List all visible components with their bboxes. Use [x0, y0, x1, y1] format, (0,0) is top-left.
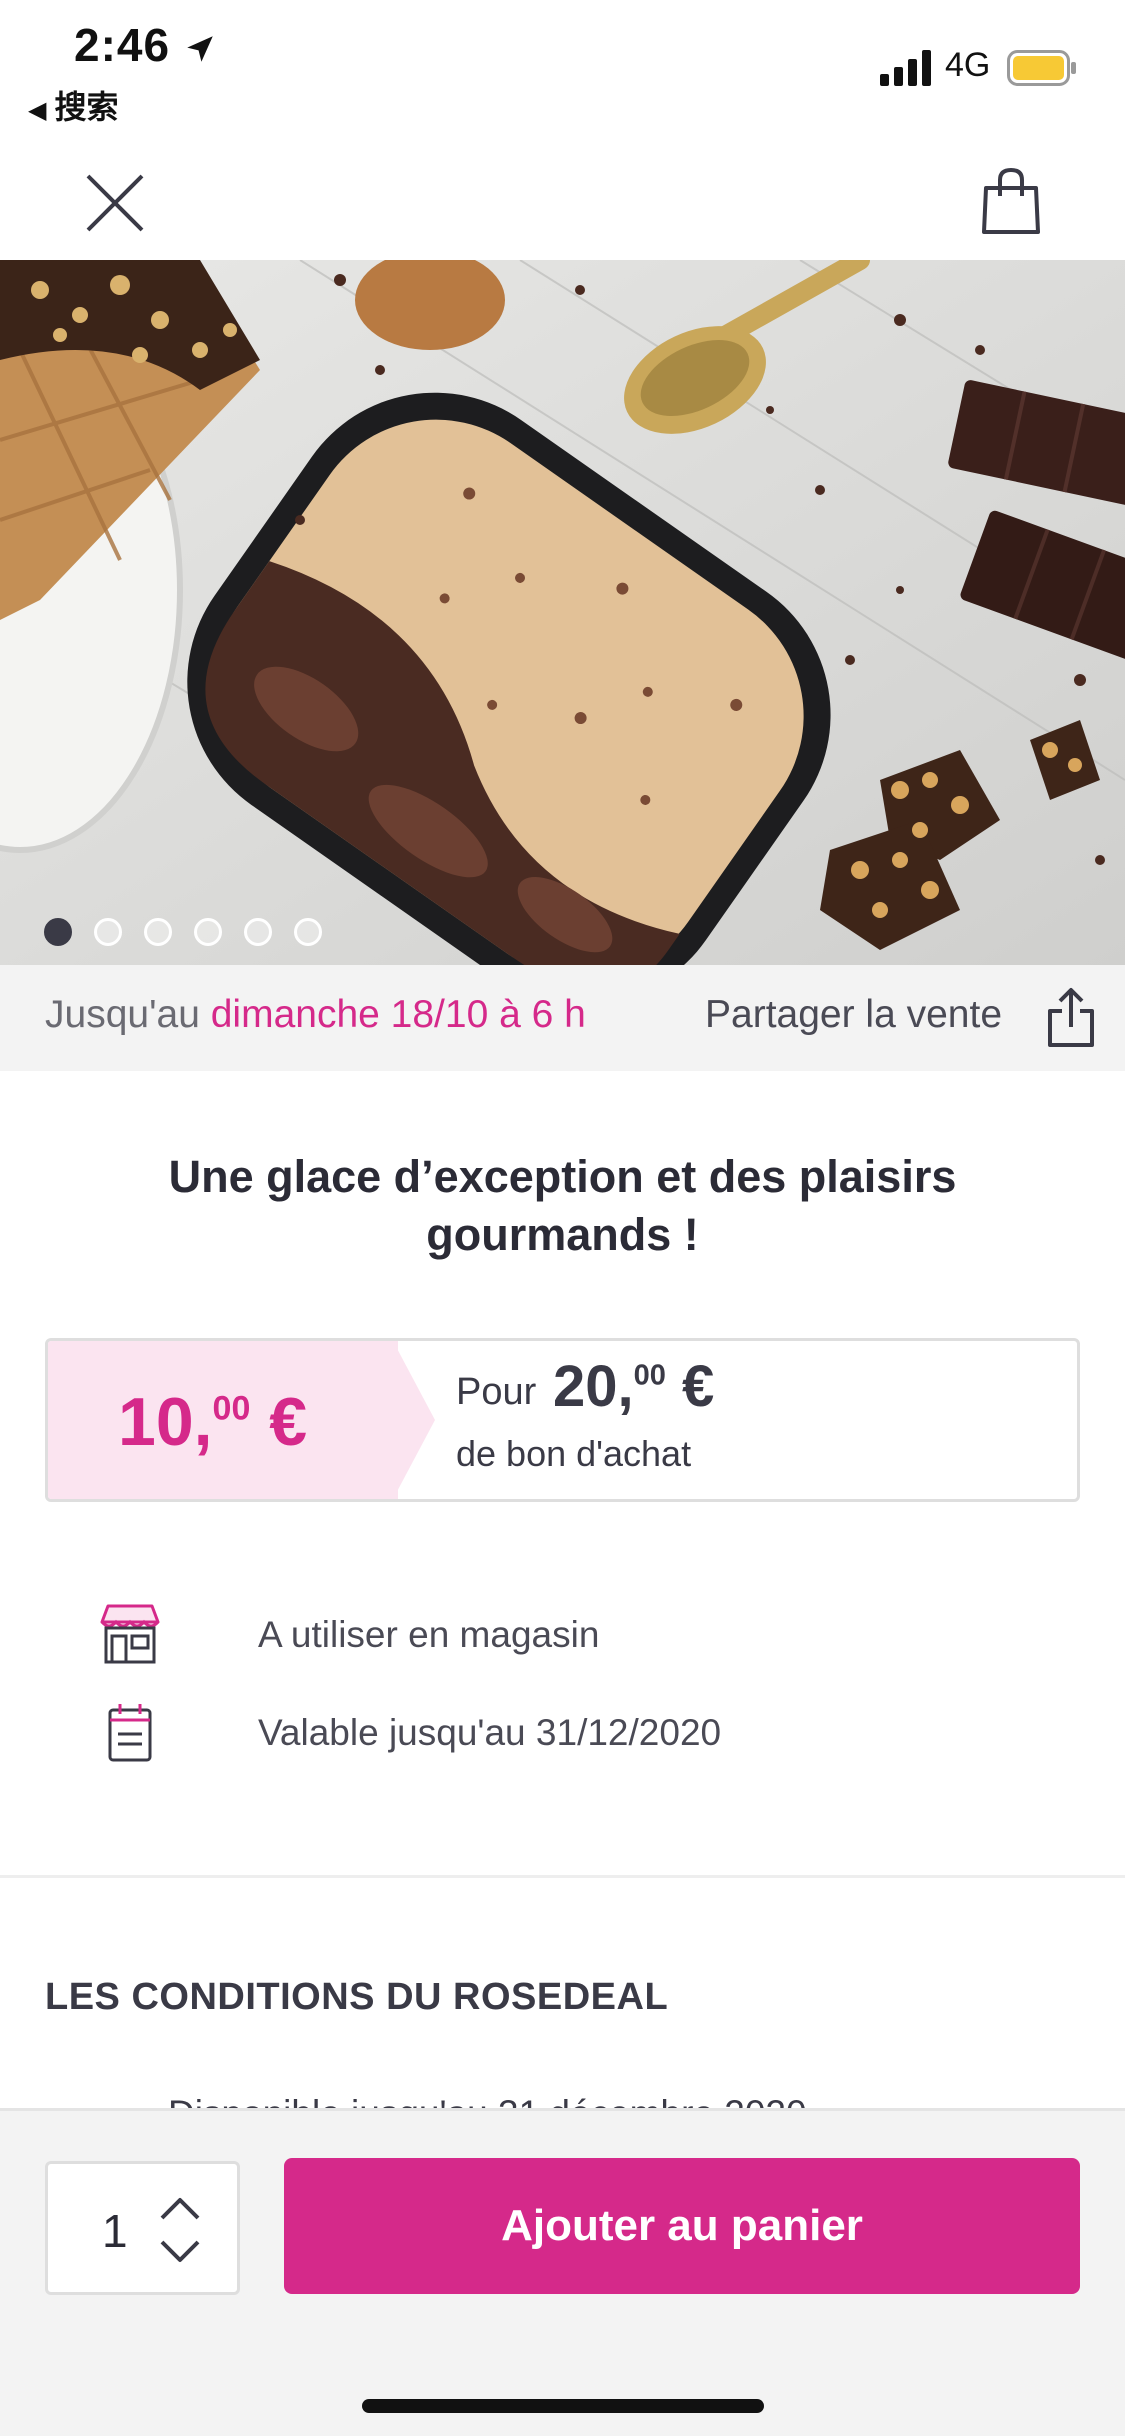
- ice-cream-photo: [0, 260, 1125, 965]
- network-type: 4G: [945, 46, 991, 84]
- until-prefix: Jusqu'au: [45, 993, 211, 1036]
- battery-icon: [1007, 50, 1076, 86]
- price-currency: €: [250, 1384, 308, 1460]
- carousel-dot[interactable]: [294, 918, 322, 946]
- chevron-up-down-icon[interactable]: [158, 2192, 202, 2268]
- add-to-cart-button[interactable]: Ajouter au panier: [284, 2158, 1080, 2294]
- carousel-dot[interactable]: [44, 918, 72, 946]
- feature-store: A utiliser en magasin: [0, 1602, 1125, 1682]
- carousel-dot[interactable]: [244, 918, 272, 946]
- worth-currency: €: [665, 1354, 715, 1419]
- bottom-bar: 1 Ajouter au panier: [0, 2108, 1125, 2436]
- carousel-dots: [44, 918, 322, 946]
- share-icon[interactable]: [1044, 987, 1098, 1049]
- signal-icon: [880, 50, 931, 86]
- worth-dec: 00: [633, 1359, 666, 1392]
- feature-text: Valable jusqu'au 31/12/2020: [258, 1712, 722, 1753]
- voucher-value: 20,00 €: [553, 1353, 714, 1420]
- quantity-value: 1: [102, 2205, 128, 2257]
- price-tag-arrow: [393, 1341, 435, 1499]
- status-time: 2:46: [74, 19, 171, 71]
- price-box: 10,00 € Pour 20,00 € de bon d'achat: [45, 1338, 1080, 1502]
- carousel-dot[interactable]: [144, 918, 172, 946]
- shopping-bag-icon[interactable]: [976, 166, 1046, 236]
- deal-title: Une glace d’exception et des plaisirs go…: [168, 1151, 957, 1260]
- section-divider: [0, 1875, 1125, 1878]
- until-date: dimanche 18/10 à 6 h: [210, 993, 586, 1036]
- back-triangle-icon: ◀: [28, 97, 47, 124]
- location-arrow-icon: [187, 36, 213, 62]
- feature-validity: Valable jusqu'au 31/12/2020: [0, 1700, 1125, 1780]
- price-int: 10,: [118, 1384, 213, 1460]
- voucher-label: de bon d'achat: [456, 1433, 692, 1474]
- worth-int: 20,: [553, 1354, 634, 1419]
- quantity-stepper[interactable]: 1: [45, 2161, 240, 2295]
- back-app-label: 搜索: [54, 89, 119, 125]
- close-icon[interactable]: [82, 170, 148, 236]
- pour-label: Pour: [456, 1371, 537, 1413]
- sale-info-strip: Jusqu'au dimanche 18/10 à 6 h Partager l…: [0, 965, 1125, 1071]
- status-bar: 2:46 ◀ 搜索 4G: [0, 0, 1125, 130]
- calendar-icon: [108, 1704, 152, 1762]
- carousel-dot[interactable]: [194, 918, 222, 946]
- home-indicator[interactable]: [362, 2399, 764, 2413]
- conditions-title: LES CONDITIONS DU ROSEDEAL: [45, 1976, 669, 2018]
- deal-price: 10,00 €: [118, 1383, 307, 1461]
- carousel-dot[interactable]: [94, 918, 122, 946]
- price-dec: 00: [212, 1389, 251, 1428]
- share-sale-link[interactable]: Partager la vente: [705, 993, 1002, 1037]
- back-to-app[interactable]: ◀ 搜索: [28, 82, 118, 128]
- nav-bar: [0, 130, 1125, 260]
- sale-end-date: Jusqu'au dimanche 18/10 à 6 h: [45, 993, 586, 1037]
- product-image-carousel[interactable]: [0, 260, 1125, 965]
- feature-text: A utiliser en magasin: [258, 1614, 600, 1655]
- store-icon: [100, 1604, 160, 1664]
